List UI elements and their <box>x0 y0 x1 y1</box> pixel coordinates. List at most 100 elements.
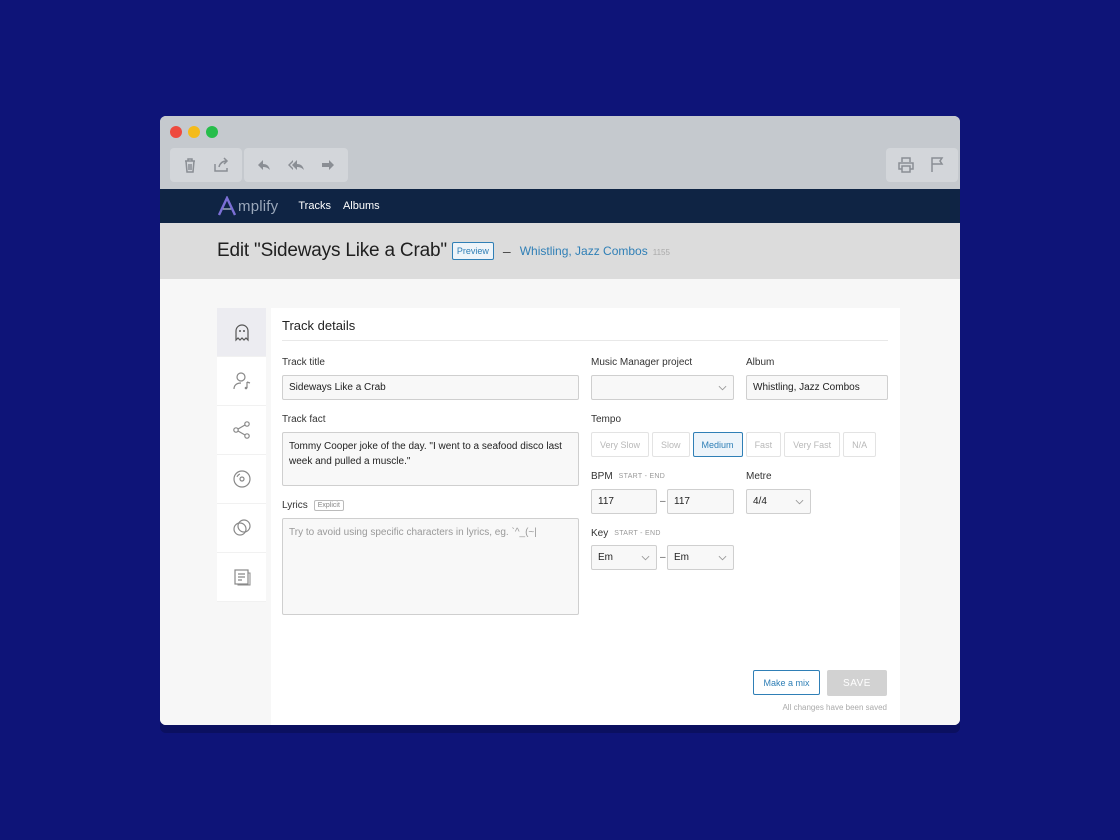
lyrics-label-row: Lyrics Explicit <box>282 500 344 511</box>
track-title-label: Track title <box>282 357 325 368</box>
maximize-window-button[interactable] <box>206 126 218 138</box>
lyrics-textarea[interactable]: Try to avoid using specific characters i… <box>282 518 579 615</box>
logo-a-icon <box>217 196 237 216</box>
tab-sharing[interactable] <box>217 406 266 455</box>
album-input[interactable]: Whistling, Jazz Combos <box>746 375 888 400</box>
share-nodes-icon <box>232 421 250 439</box>
trash-icon <box>185 158 195 173</box>
tempo-slow[interactable]: Slow <box>652 432 690 457</box>
tab-artists[interactable] <box>217 357 266 406</box>
track-title-value: Sideways Like a Crab <box>289 382 386 393</box>
album-label: Album <box>746 357 775 368</box>
flag-button[interactable] <box>922 148 954 182</box>
bpm-end-value: 117 <box>674 496 690 507</box>
app-window: mplify Tracks Albums Edit "Sideways Like… <box>160 116 960 725</box>
toolbar-group-file <box>170 148 242 182</box>
album-number: 1155 <box>652 248 670 257</box>
flag-icon <box>931 157 944 172</box>
ghost-icon <box>234 324 249 342</box>
print-icon <box>898 157 914 173</box>
metre-value: 4/4 <box>753 496 767 507</box>
tab-record[interactable] <box>217 455 266 504</box>
main-content: Track details Track title Sideways Like … <box>160 279 960 725</box>
tab-track-details[interactable] <box>217 308 266 357</box>
key-label-row: Key START - END <box>591 528 661 539</box>
tempo-na[interactable]: N/A <box>843 432 877 457</box>
reply-all-button[interactable] <box>280 148 312 182</box>
chevron-down-icon <box>718 385 727 390</box>
bpm-end-input[interactable]: 117 <box>667 489 734 514</box>
lyrics-placeholder: Try to avoid using specific characters i… <box>289 527 537 538</box>
close-window-button[interactable] <box>170 126 182 138</box>
bpm-sublabel: START - END <box>618 473 666 480</box>
make-a-mix-button[interactable]: Make a mix <box>753 670 820 695</box>
title-bar <box>160 116 960 189</box>
nav-albums[interactable]: Albums <box>343 200 380 212</box>
key-range-separator: – <box>660 552 666 563</box>
reply-all-icon <box>288 160 304 170</box>
tempo-very-slow[interactable]: Very Slow <box>591 432 650 457</box>
chevron-down-icon <box>795 499 804 504</box>
document-icon <box>233 569 250 586</box>
tab-related[interactable] <box>217 504 266 553</box>
forward-button[interactable] <box>312 148 344 182</box>
album-link[interactable]: Whistling, Jazz Combos <box>520 244 648 258</box>
metre-select[interactable]: 4/4 <box>746 489 811 514</box>
project-select[interactable] <box>591 375 734 400</box>
preview-button[interactable]: Preview <box>451 242 494 260</box>
trash-button[interactable] <box>174 148 206 182</box>
tempo-very-fast[interactable]: Very Fast <box>784 432 841 457</box>
tempo-medium[interactable]: Medium <box>692 432 743 457</box>
album-value: Whistling, Jazz Combos <box>753 382 860 393</box>
vinyl-icon <box>232 470 251 488</box>
key-end-value: Em <box>674 552 689 563</box>
project-label: Music Manager project <box>591 357 693 368</box>
chevron-down-icon <box>718 555 727 560</box>
bpm-range-separator: – <box>660 496 666 507</box>
metre-label: Metre <box>746 471 772 482</box>
track-title-input[interactable]: Sideways Like a Crab <box>282 375 579 400</box>
save-status: All changes have been saved <box>782 703 887 712</box>
title-dash: – <box>502 243 511 259</box>
page-title: Edit "Sideways Like a Crab" <box>217 240 447 261</box>
logo-text: mplify <box>238 197 279 215</box>
side-tabs <box>217 308 266 602</box>
forward-icon <box>322 160 334 170</box>
bpm-start-value: 117 <box>598 496 614 507</box>
tempo-selector: Very Slow Slow Medium Fast Very Fast N/A <box>591 432 879 457</box>
track-fact-textarea[interactable]: Tommy Cooper joke of the day. "I went to… <box>282 432 579 486</box>
key-start-value: Em <box>598 552 613 563</box>
save-button[interactable]: SAVE <box>827 670 887 696</box>
toolbar-group-actions <box>886 148 958 182</box>
tab-notes[interactable] <box>217 553 266 602</box>
section-divider <box>282 340 888 341</box>
person-music-icon <box>232 372 250 390</box>
track-fact-label: Track fact <box>282 414 326 425</box>
key-end-select[interactable]: Em <box>667 545 734 570</box>
tempo-label: Tempo <box>591 414 622 425</box>
amplify-logo[interactable]: mplify <box>217 196 278 216</box>
explicit-badge[interactable]: Explicit <box>313 500 344 511</box>
key-sublabel: START - END <box>614 530 661 537</box>
lyrics-label: Lyrics <box>282 500 308 511</box>
key-label: Key <box>591 528 609 539</box>
bpm-label-row: BPM START - END <box>591 471 665 482</box>
reply-button[interactable] <box>248 148 280 182</box>
share-button[interactable] <box>206 148 238 182</box>
app-nav: mplify Tracks Albums <box>160 189 960 223</box>
circles-icon <box>232 519 251 536</box>
page-header: Edit "Sideways Like a Crab" Preview – Wh… <box>160 223 960 279</box>
nav-tracks[interactable]: Tracks <box>298 200 331 212</box>
track-fact-value: Tommy Cooper joke of the day. "I went to… <box>289 441 562 467</box>
reply-icon <box>258 160 270 170</box>
key-start-select[interactable]: Em <box>591 545 657 570</box>
bpm-label: BPM <box>591 471 613 482</box>
track-details-card: Track details Track title Sideways Like … <box>271 308 900 725</box>
print-button[interactable] <box>890 148 922 182</box>
bpm-start-input[interactable]: 117 <box>591 489 657 514</box>
share-icon <box>214 157 229 172</box>
toolbar-group-reply <box>244 148 348 182</box>
tempo-fast[interactable]: Fast <box>745 432 782 457</box>
section-title: Track details <box>282 318 356 333</box>
minimize-window-button[interactable] <box>188 126 200 138</box>
